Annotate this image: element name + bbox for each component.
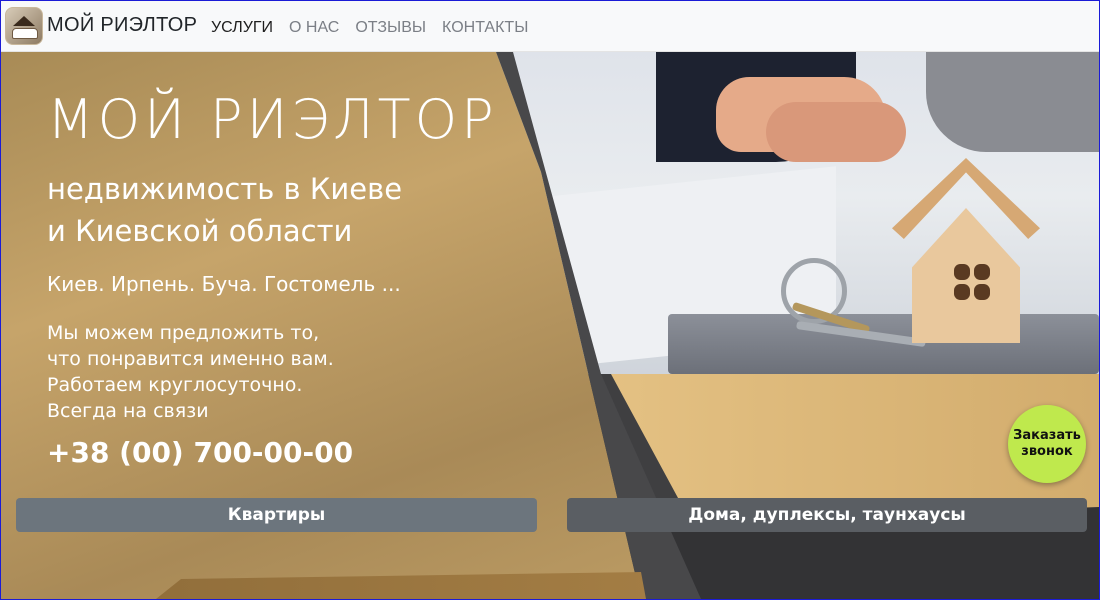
callback-button[interactable]: Заказать звонок xyxy=(1008,405,1086,483)
logo-icon[interactable] xyxy=(5,7,43,45)
nav-item-reviews[interactable]: ОТЗЫВЫ xyxy=(355,19,426,37)
hero-subtitle-line: недвижимость в Киеве xyxy=(47,172,403,206)
description-line: Мы можем предложить то, xyxy=(47,322,320,344)
nav-menu: УСЛУГИ О НАС ОТЗЫВЫ КОНТАКТЫ xyxy=(211,19,528,37)
brand-name[interactable]: МОЙ РИЭЛТОР xyxy=(47,14,197,37)
house-window xyxy=(954,284,970,300)
callback-label-line: звонок xyxy=(1021,444,1073,459)
phone-number[interactable]: +38 (00) 700-00-00 xyxy=(47,436,353,469)
description-line: Всегда на связи xyxy=(47,400,209,422)
house-roof-icon xyxy=(13,16,35,26)
navbar: МОЙ РИЭЛТОР УСЛУГИ О НАС ОТЗЫВЫ КОНТАКТЫ xyxy=(1,1,1099,52)
house-window xyxy=(974,264,990,280)
house-window xyxy=(974,284,990,300)
callback-label-line: Заказать xyxy=(1013,428,1081,443)
suit-sleeve-right xyxy=(926,52,1099,152)
description-line: что понравится именно вам. xyxy=(47,348,334,370)
houses-button[interactable]: Дома, дуплексы, таунхаусы xyxy=(567,498,1087,532)
house-window xyxy=(954,264,970,280)
nav-item-about[interactable]: О НАС xyxy=(289,19,339,37)
wooden-house-model xyxy=(892,158,1040,344)
hand-right xyxy=(766,102,906,162)
description-line: Работаем круглосуточно. xyxy=(47,374,303,396)
nav-item-contacts[interactable]: КОНТАКТЫ xyxy=(442,19,528,37)
hero-cities: Киев. Ирпень. Буча. Гостомель ... xyxy=(47,272,401,296)
nav-item-services[interactable]: УСЛУГИ xyxy=(211,19,273,37)
apartments-button[interactable]: Квартиры xyxy=(16,498,537,532)
car-icon xyxy=(12,28,38,39)
hero-subtitle: недвижимость в Киеве и Киевской области xyxy=(47,168,507,252)
folder xyxy=(668,314,1099,374)
hero-title: МОЙ РИЭЛТОР xyxy=(47,88,498,151)
hero-subtitle-line: и Киевской области xyxy=(47,214,353,248)
hero-description: Мы можем предложить то, что понравится и… xyxy=(47,320,427,424)
page: МОЙ РИЭЛТОР УСЛУГИ О НАС ОТЗЫВЫ КОНТАКТЫ xyxy=(0,0,1100,600)
callback-label: Заказать звонок xyxy=(1013,428,1081,460)
hero-section: МОЙ РИЭЛТОР недвижимость в Киеве и Киевс… xyxy=(1,52,1099,599)
